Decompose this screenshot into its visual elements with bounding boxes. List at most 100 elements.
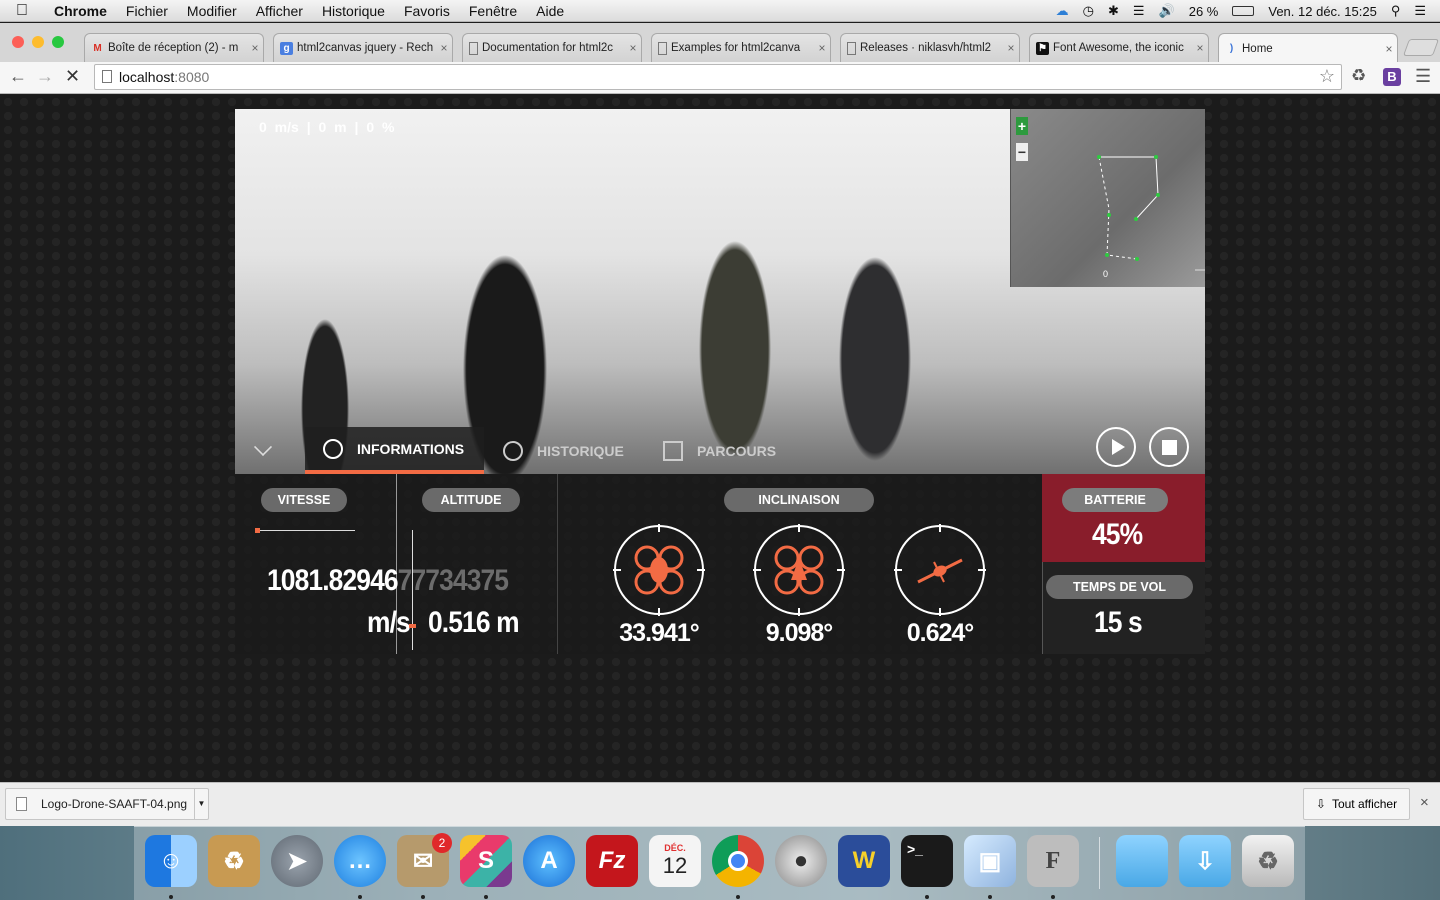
panel-tabs: INFORMATIONS HISTORIQUE PARCOURS [235, 427, 1205, 474]
close-download-bar-icon[interactable]: × [1420, 794, 1429, 811]
yaw-value: 0.624° [906, 619, 975, 647]
running-indicator [1051, 895, 1055, 899]
filezilla-icon[interactable]: Fz [586, 835, 638, 887]
zoom-window-button[interactable] [52, 36, 64, 48]
close-icon[interactable]: × [1381, 42, 1397, 56]
notification-center-icon[interactable]: ☰ [1414, 3, 1426, 19]
close-icon[interactable]: × [1003, 41, 1019, 55]
altitude-label: ALTITUDE [422, 488, 520, 512]
tab-informations[interactable]: INFORMATIONS [305, 427, 484, 474]
browser-tabstrip: M Boîte de réception (2) - m × g html2ca… [0, 23, 1440, 63]
menu-historique[interactable]: Historique [322, 3, 385, 19]
tab-historique[interactable]: HISTORIQUE [503, 427, 643, 474]
chrome-icon[interactable] [712, 835, 764, 887]
tab-documentation[interactable]: Documentation for html2c × [462, 33, 642, 62]
slack-icon[interactable]: S [460, 835, 512, 887]
stats-line: 0 m/s | 0 m | 0 % [259, 119, 395, 135]
loading-icon: ) [1229, 43, 1234, 54]
download-menu-arrow-icon[interactable]: ▼ [194, 789, 208, 819]
downloads-folder-icon[interactable]: ⇩ [1179, 835, 1231, 887]
download-arrow-icon: ⇩ [1315, 797, 1326, 811]
flight-path [1097, 155, 1205, 271]
recycle-extension-icon[interactable]: ♻ [1351, 66, 1366, 86]
info-panel: VITESSE ALTITUDE INCLINAISON 1081.829467… [235, 474, 1205, 654]
tab-home[interactable]: ) Home × [1218, 33, 1398, 63]
page-icon [847, 41, 856, 55]
launchpad-icon[interactable]: ➤ [271, 835, 323, 887]
tab-gmail[interactable]: M Boîte de réception (2) - m × [84, 33, 264, 62]
download-item[interactable]: Logo-Drone-SAAFT-04.png ▼ [5, 788, 209, 820]
altitude-value: 0.516 m [428, 606, 520, 639]
battery-percent[interactable]: 26 % [1189, 4, 1219, 19]
bookmark-star-icon[interactable]: ☆ [1319, 66, 1335, 87]
spotlight-icon[interactable]: ⚲ [1391, 3, 1401, 19]
play-button[interactable] [1096, 427, 1136, 467]
close-icon[interactable]: × [247, 41, 263, 55]
close-icon[interactable]: × [1192, 41, 1208, 55]
running-indicator [169, 895, 173, 899]
dashboard-icon [323, 438, 343, 459]
volume-icon[interactable]: 🔊 [1159, 3, 1175, 19]
address-bar[interactable]: localhost:8080 ☆ [94, 64, 1342, 90]
battery-block: BATTERIE 45% [1042, 474, 1205, 562]
wifi-icon[interactable]: ☰ [1133, 3, 1145, 19]
speed-gauge-line [257, 530, 355, 531]
dock-separator [1099, 837, 1100, 889]
bluetooth-icon[interactable]: ✱ [1108, 3, 1119, 19]
menu-favoris[interactable]: Favoris [404, 3, 450, 19]
speed-value: 1081.8294677734375 [267, 564, 509, 597]
tab-examples[interactable]: Examples for html2canva × [651, 33, 831, 62]
forward-icon[interactable]: → [36, 66, 54, 87]
menu-fichier[interactable]: Fichier [126, 3, 168, 19]
drone-dashboard: 0 m/s | 0 m | 0 % + − 0 INFORMATIONS HIS… [235, 109, 1205, 654]
close-icon[interactable]: × [814, 41, 830, 55]
running-indicator [736, 895, 740, 899]
wireshark-icon[interactable]: W [838, 835, 890, 887]
virtualbox-icon[interactable]: ▣ [964, 835, 1016, 887]
show-all-downloads-button[interactable]: ⇩ Tout afficher [1303, 788, 1410, 820]
menu-icon[interactable]: ☰ [1415, 66, 1431, 87]
finder-icon[interactable]: ☺ [145, 835, 197, 887]
menubar-datetime[interactable]: Ven. 12 déc. 15:25 [1268, 4, 1376, 19]
close-window-button[interactable] [12, 36, 24, 48]
menu-afficher[interactable]: Afficher [256, 3, 303, 19]
messages-icon[interactable]: … [334, 835, 386, 887]
cloud-icon[interactable]: ☁ [1056, 3, 1069, 19]
terminal-icon[interactable]: >_ [901, 835, 953, 887]
tab-google-search[interactable]: g html2canvas jquery - Rech × [273, 33, 453, 62]
folder-icon[interactable] [1116, 835, 1168, 887]
page-content: 0 m/s | 0 m | 0 % + − 0 INFORMATIONS HIS… [0, 95, 1440, 782]
calendar-icon[interactable]: DÉC. 12 [649, 835, 701, 887]
close-icon[interactable]: × [625, 41, 641, 55]
battery-label: BATTERIE [1062, 488, 1168, 512]
minimize-window-button[interactable] [32, 36, 44, 48]
origin-label: 0 [1103, 269, 1109, 279]
fontforge-icon[interactable]: F [1027, 835, 1079, 887]
tab-releases[interactable]: Releases · niklasvh/html2 × [840, 33, 1020, 62]
clock-icon [503, 440, 523, 461]
sequel-pro-icon[interactable]: ● [775, 835, 827, 887]
app-store-icon[interactable]: A [523, 835, 575, 887]
close-icon[interactable]: × [436, 41, 452, 55]
macos-menubar:  Chrome Fichier Modifier Afficher Histo… [0, 0, 1440, 22]
archive-utility-icon[interactable]: ♻ [208, 835, 260, 887]
menu-modifier[interactable]: Modifier [187, 3, 237, 19]
google-icon: g [280, 41, 293, 55]
stop-button[interactable] [1149, 427, 1189, 467]
extension-b-icon[interactable]: B [1383, 68, 1401, 86]
time-machine-icon[interactable]: ◷ [1083, 3, 1094, 19]
trash-icon[interactable]: ♻ [1242, 835, 1294, 887]
collapse-chevron-icon[interactable] [253, 437, 273, 457]
new-tab-button[interactable] [1402, 39, 1440, 56]
battery-icon[interactable] [1232, 6, 1255, 16]
flight-minimap[interactable]: + − 0 [1010, 109, 1205, 287]
menu-fenetre[interactable]: Fenêtre [469, 3, 517, 19]
tab-font-awesome[interactable]: ⚑ Font Awesome, the iconic × [1029, 33, 1209, 62]
menu-aide[interactable]: Aide [536, 3, 564, 19]
speed-label: VITESSE [261, 488, 347, 512]
stop-icon[interactable]: ✕ [65, 66, 80, 87]
apple-icon[interactable]:  [16, 2, 36, 20]
tab-parcours[interactable]: PARCOURS [663, 427, 803, 474]
menu-chrome[interactable]: Chrome [54, 3, 107, 19]
back-icon[interactable]: ← [9, 66, 27, 87]
